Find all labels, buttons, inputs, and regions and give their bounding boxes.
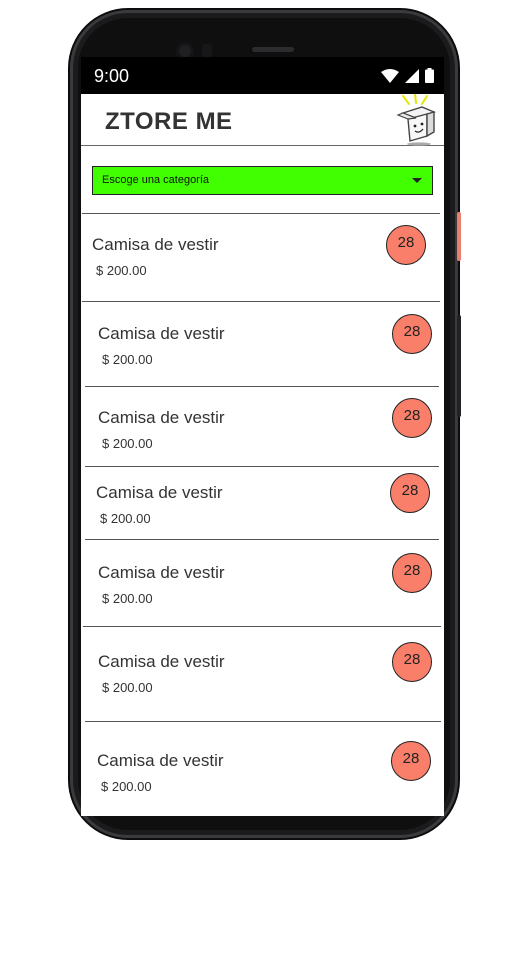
row-divider bbox=[85, 466, 439, 467]
category-select-value: Escoge una categoría bbox=[102, 174, 210, 186]
app-title: ZTORE ME bbox=[105, 108, 233, 135]
row-divider bbox=[85, 386, 439, 387]
product-price: $ 200.00 bbox=[102, 436, 153, 451]
quantity-badge[interactable]: 28 bbox=[392, 398, 432, 438]
clock: 9:00 bbox=[94, 66, 130, 86]
row-divider bbox=[83, 626, 441, 627]
status-icons bbox=[381, 68, 434, 83]
signal-icon bbox=[405, 68, 419, 83]
quantity-badge[interactable]: 28 bbox=[392, 642, 432, 682]
category-select[interactable]: Escoge una categoría bbox=[92, 166, 433, 195]
product-price: $ 200.00 bbox=[102, 680, 153, 695]
sensor-icon bbox=[202, 44, 212, 58]
row-divider bbox=[85, 721, 441, 722]
wifi-icon bbox=[381, 68, 399, 83]
product-price: $ 200.00 bbox=[102, 352, 153, 367]
product-name: Camisa de vestir bbox=[96, 483, 223, 502]
row-divider bbox=[82, 301, 440, 302]
row-divider bbox=[85, 539, 439, 540]
volume-button bbox=[457, 315, 461, 417]
box-mascot-icon[interactable] bbox=[394, 94, 440, 146]
quantity-badge[interactable]: 28 bbox=[392, 553, 432, 593]
product-name: Camisa de vestir bbox=[98, 324, 225, 343]
status-bar: 9:00 bbox=[81, 57, 444, 94]
product-price: $ 200.00 bbox=[101, 779, 152, 794]
power-button bbox=[457, 212, 461, 261]
product-price: $ 200.00 bbox=[102, 591, 153, 606]
product-price: $ 200.00 bbox=[96, 263, 147, 278]
battery-icon bbox=[425, 68, 434, 83]
speaker-grille bbox=[252, 47, 294, 52]
product-name: Camisa de vestir bbox=[98, 652, 225, 671]
product-name: Camisa de vestir bbox=[98, 408, 225, 427]
product-price: $ 200.00 bbox=[100, 511, 151, 526]
quantity-badge[interactable]: 28 bbox=[391, 741, 431, 781]
quantity-badge[interactable]: 28 bbox=[392, 314, 432, 354]
product-name: Camisa de vestir bbox=[92, 235, 219, 254]
product-name: Camisa de vestir bbox=[97, 751, 224, 770]
row-divider bbox=[82, 213, 440, 214]
product-name: Camisa de vestir bbox=[98, 563, 225, 582]
quantity-badge[interactable]: 28 bbox=[386, 225, 426, 265]
caret-down-icon bbox=[412, 178, 422, 183]
app-bar: ZTORE ME bbox=[81, 94, 444, 146]
quantity-badge[interactable]: 28 bbox=[390, 473, 430, 513]
screen: 9:00 ZTORE ME Escoge una categoría Camis… bbox=[81, 57, 444, 816]
